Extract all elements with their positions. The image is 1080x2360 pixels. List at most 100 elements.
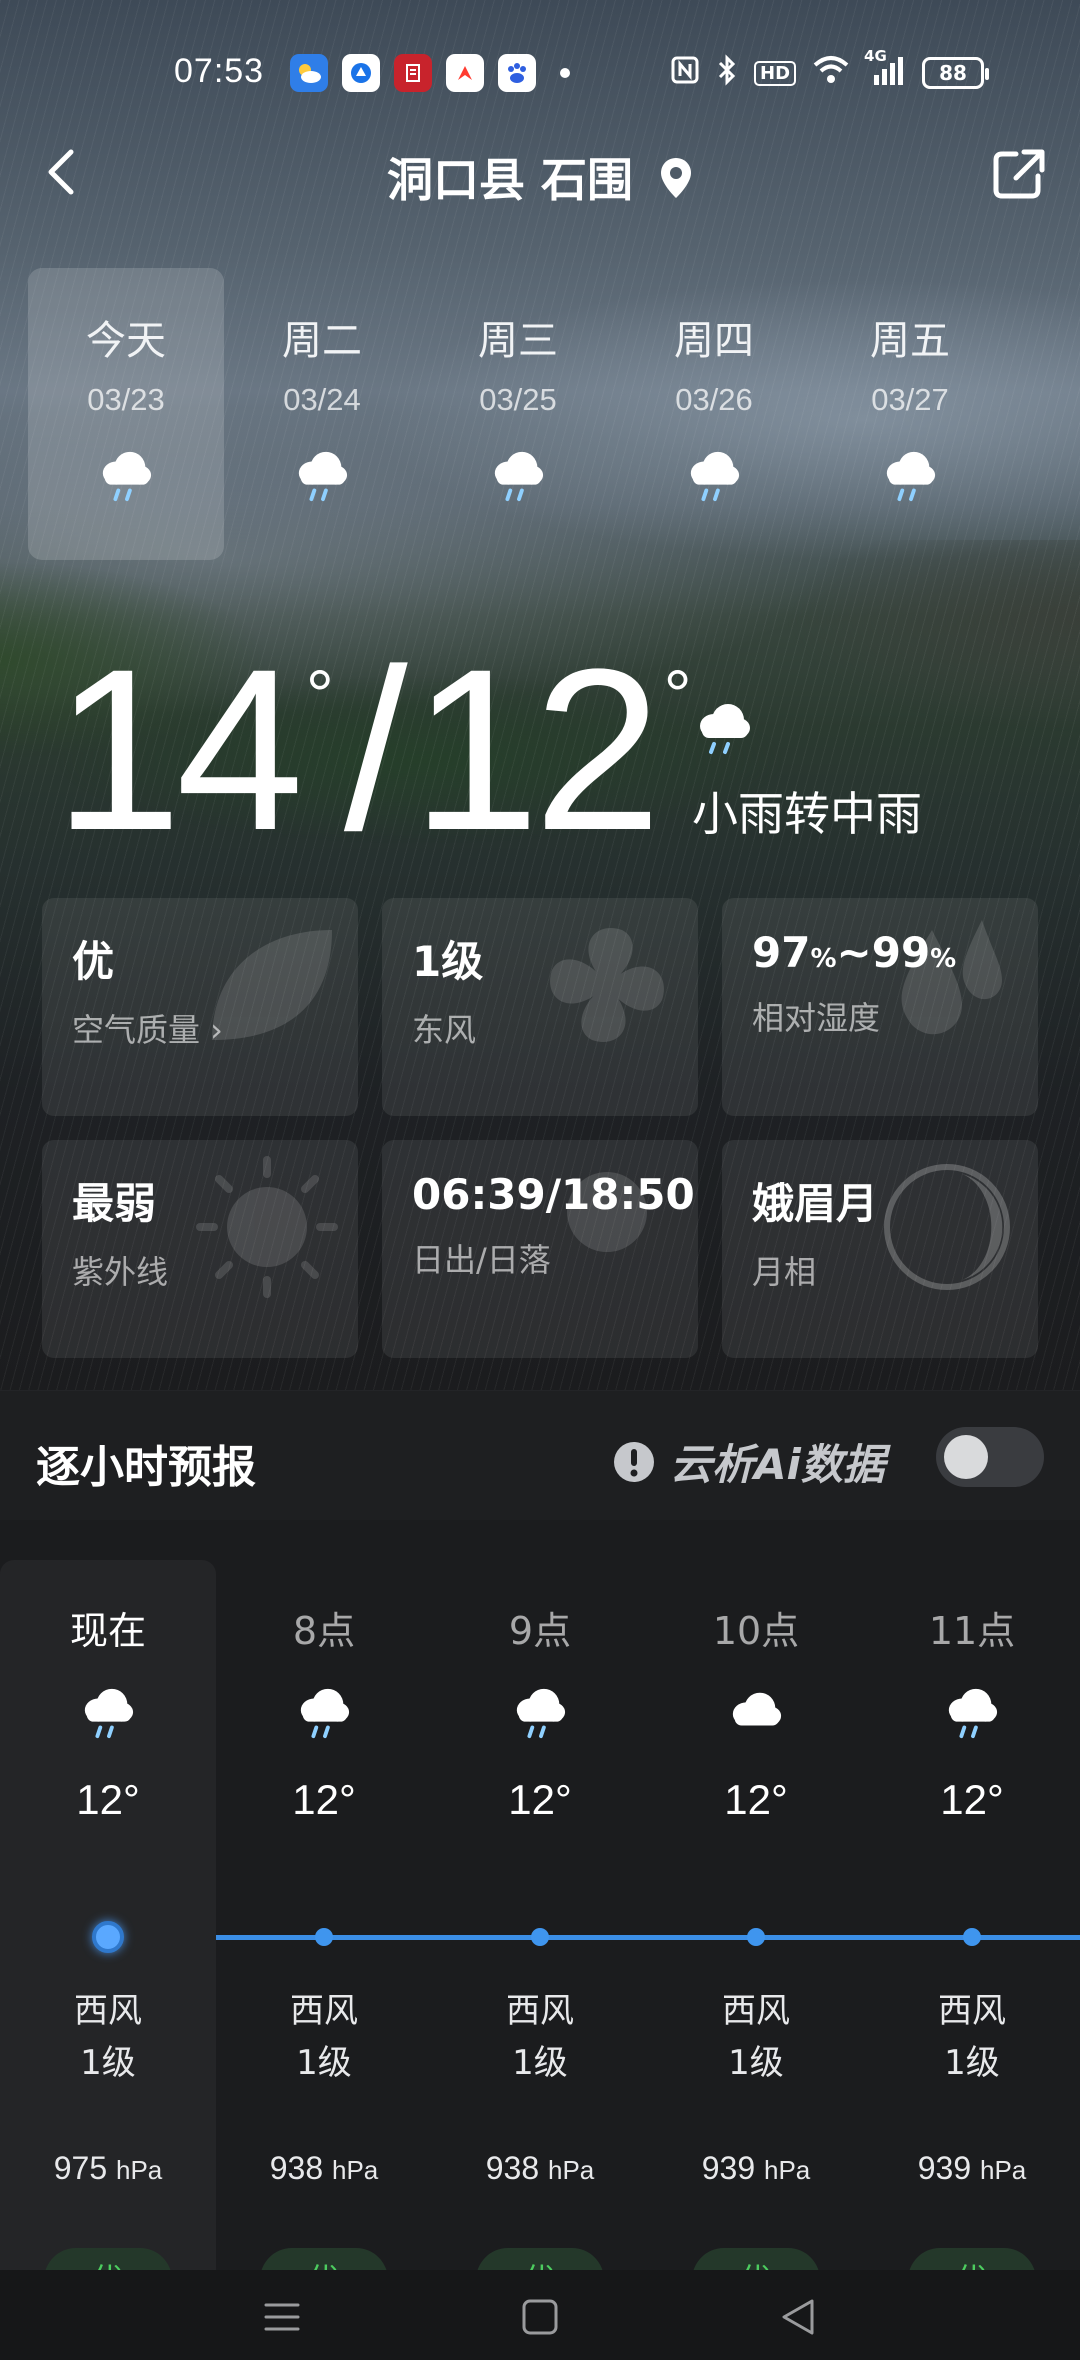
ai-data-toggle[interactable] xyxy=(936,1427,1044,1487)
wind-level: 1级 xyxy=(80,2043,136,2083)
day-name: 周三 xyxy=(478,318,558,364)
more-notifications-dot xyxy=(560,68,570,78)
wind-direction: 西风 xyxy=(290,1991,358,2031)
pressure-unit: hPa xyxy=(764,2155,811,2185)
temperature-point xyxy=(963,1928,981,1946)
day-date: 03/26 xyxy=(675,382,753,417)
light-rain-icon xyxy=(79,1685,137,1744)
day-name: 周五 xyxy=(870,318,950,364)
wind-direction: 西风 xyxy=(74,1991,142,2031)
hour-wind: 西风 1级 xyxy=(648,1985,864,2089)
hour-pressure: 939 hPa xyxy=(648,2150,864,2187)
weather-app-icon xyxy=(290,54,328,92)
recent-apps-button[interactable] xyxy=(252,2292,312,2342)
degree-symbol: ° xyxy=(305,656,334,734)
light-rain-icon xyxy=(293,448,351,507)
hour-wind: 西风 1级 xyxy=(432,1985,648,2089)
uv-sun-icon xyxy=(196,1156,338,1298)
hourly-forecast-title: 逐小时预报 xyxy=(36,1442,256,1493)
moon-phase-card: 娥眉月 月相 xyxy=(722,1140,1038,1358)
location-pin-icon xyxy=(659,156,693,211)
wind-level: 1级 xyxy=(296,2043,352,2083)
hourly-forecast-list: 现在 12° 西风 1级 975 hPa 优 8点 12° 西风 1级 938 hPa 优 9点 12° 西… xyxy=(0,1520,1080,2270)
day-tab[interactable]: 周0 xyxy=(1008,268,1080,560)
menu-icon xyxy=(264,2303,300,2331)
day-date: 03/25 xyxy=(479,382,557,417)
hour-wind: 西风 1级 xyxy=(864,1985,1080,2089)
wind-level: 1级 xyxy=(512,2043,568,2083)
range-separator: ~ xyxy=(836,928,872,977)
info-cards: 优 空气质量 › 1级 东风 97%~99% 相对湿度 最弱 紫外线 06:39… xyxy=(42,898,1040,1358)
bluetooth-icon xyxy=(716,54,738,92)
air-quality-card[interactable]: 优 空气质量 › xyxy=(42,898,358,1116)
hourly-item[interactable]: 11点 12° 西风 1级 939 hPa 优 xyxy=(864,1560,1080,2270)
share-button[interactable] xyxy=(990,144,1050,204)
status-bar: 07:53 HD 4G 88 xyxy=(0,40,1080,110)
wind-level: 1级 xyxy=(944,2043,1000,2083)
baidu-app-icon xyxy=(498,54,536,92)
light-rain-icon xyxy=(685,448,743,507)
day-tab[interactable]: 周二 03/24 xyxy=(224,268,420,560)
day-date: 03/27 xyxy=(871,382,949,417)
hour-time: 9点 xyxy=(508,1609,572,1653)
cloudy-icon xyxy=(727,1685,785,1744)
low-temp: 12 xyxy=(411,621,662,878)
info-icon xyxy=(614,1441,654,1482)
uv-card: 最弱 紫外线 xyxy=(42,1140,358,1358)
sunrise-sunset-card: 06:39/18:50 日出/日落 xyxy=(382,1140,698,1358)
browser-app-icon xyxy=(342,54,380,92)
humidity-min: 97 xyxy=(752,928,811,977)
wind-card: 1级 东风 xyxy=(382,898,698,1116)
pressure-value: 938 xyxy=(485,2150,540,2186)
compass-app-icon xyxy=(446,54,484,92)
drops-icon xyxy=(901,920,1002,1035)
system-back-button[interactable] xyxy=(768,2292,828,2342)
hourly-item[interactable]: 10点 12° 西风 1级 939 hPa 优 xyxy=(648,1560,864,2270)
hour-pressure: 938 hPa xyxy=(432,2150,648,2187)
ai-data-label[interactable]: 云析Ai数据 xyxy=(612,1431,885,1492)
wifi-icon xyxy=(812,55,850,91)
current-temperature: 14 °/12 ° xyxy=(54,635,702,865)
high-temp: 14 xyxy=(54,621,304,878)
day-date: 03/23 xyxy=(87,382,165,417)
share-icon xyxy=(993,149,1045,199)
app-header: 洞口县 石围 xyxy=(0,130,1080,220)
pressure-value: 939 xyxy=(917,2150,972,2186)
hour-temperature: 12° xyxy=(508,1776,572,1823)
nfc-icon xyxy=(670,55,700,91)
day-tab[interactable]: 周四 03/26 xyxy=(616,268,812,560)
hour-wind: 西风 1级 xyxy=(0,1985,216,2089)
news-app-icon xyxy=(394,54,432,92)
aqi-badge: 优 xyxy=(44,2248,172,2270)
pressure-unit: hPa xyxy=(980,2155,1027,2185)
home-button[interactable] xyxy=(510,2292,570,2342)
temperature-point xyxy=(747,1928,765,1946)
day-name: 周四 xyxy=(674,318,754,364)
percent-unit: % xyxy=(810,944,837,974)
battery-icon: 88 xyxy=(922,57,990,89)
location-title[interactable]: 洞口县 石围 xyxy=(0,144,1080,211)
degree-symbol: ° xyxy=(663,656,692,734)
pressure-unit: hPa xyxy=(116,2155,163,2185)
humidity-card: 97%~99% 相对湿度 xyxy=(722,898,1038,1116)
pressure-value: 939 xyxy=(701,2150,756,2186)
pressure-value: 938 xyxy=(269,2150,324,2186)
day-tab[interactable]: 周五 03/27 xyxy=(812,268,1008,560)
signal-icon: 4G xyxy=(864,47,906,91)
hour-temperature: 12° xyxy=(292,1776,356,1823)
daily-tabs: 今天 03/23 周二 03/24 周三 03/25 周四 03/26 周五 03/27 周0 xyxy=(28,268,1080,563)
light-rain-icon xyxy=(511,1685,569,1744)
hourly-item[interactable]: 8点 12° 西风 1级 938 hPa 优 xyxy=(216,1560,432,2270)
hour-temperature: 12° xyxy=(724,1776,788,1823)
light-rain-icon xyxy=(881,448,939,507)
temperature-point xyxy=(315,1928,333,1946)
hour-time: 8点 xyxy=(292,1609,356,1653)
wind-direction: 西风 xyxy=(722,1991,790,2031)
day-date: 03/24 xyxy=(283,382,361,417)
day-tab[interactable]: 今天 03/23 xyxy=(28,268,224,560)
wind-direction: 西风 xyxy=(938,1991,1006,2031)
hourly-item[interactable]: 现在 12° 西风 1级 975 hPa 优 xyxy=(0,1560,216,2270)
aqi-badge: 优 xyxy=(476,2248,604,2270)
hourly-item[interactable]: 9点 12° 西风 1级 938 hPa 优 xyxy=(432,1560,648,2270)
day-tab[interactable]: 周三 03/25 xyxy=(420,268,616,560)
